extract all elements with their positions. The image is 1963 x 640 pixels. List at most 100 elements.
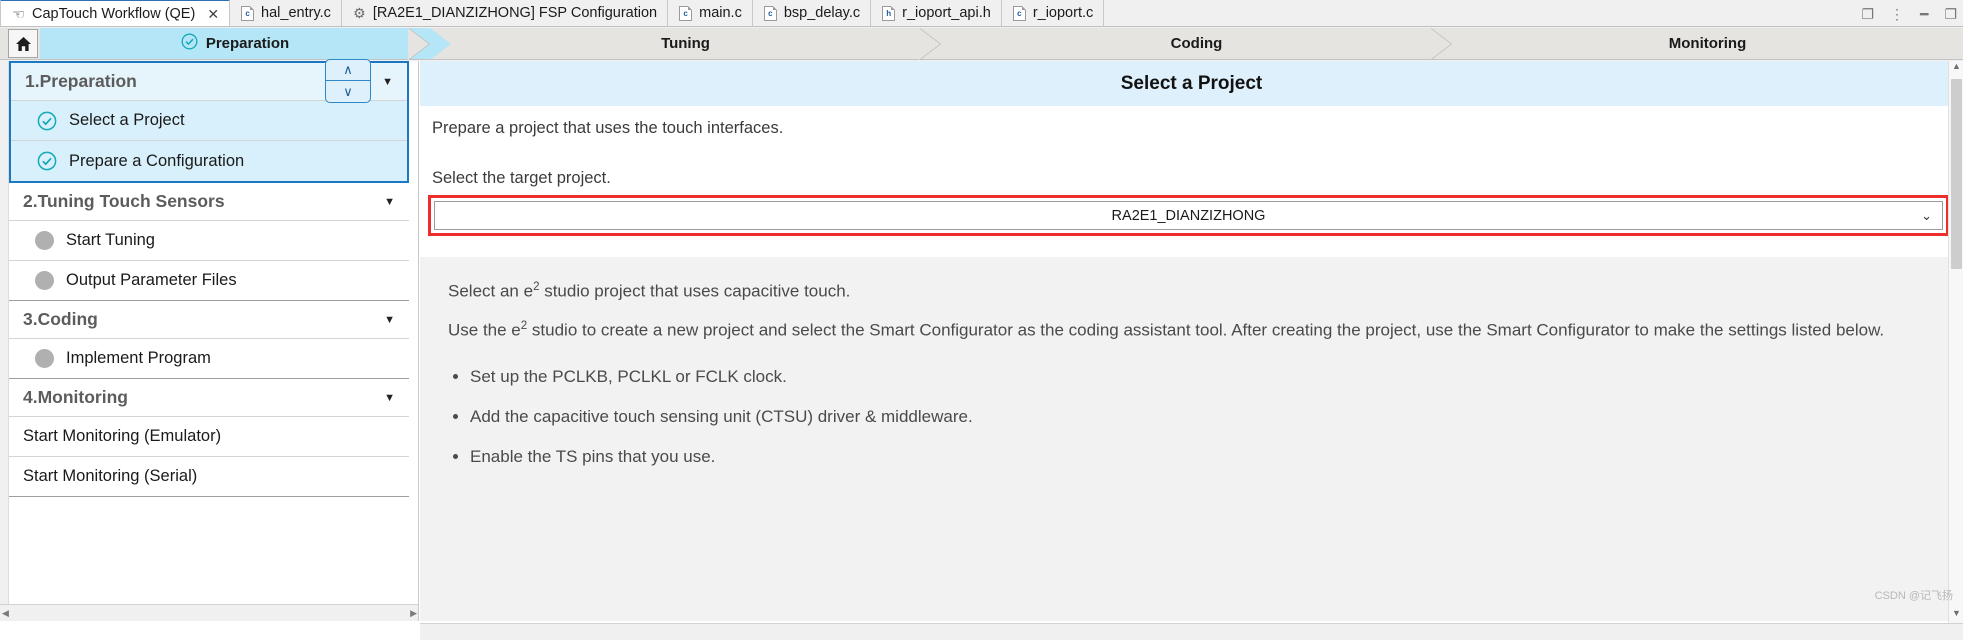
sidebar-group-title: 2.Tuning Touch Sensors [23,191,225,211]
captouch-workflow-window: ☜ CapTouch Workflow (QE) ✕ c hal_entry.c… [0,0,1963,640]
gear-icon: ⚙ [353,5,366,21]
watermark: CSDN @记飞扬 [1874,590,1953,602]
tab-bsp-delay-c[interactable]: c bsp_delay.c [752,0,872,26]
scrollbar-thumb[interactable] [1951,79,1962,269]
sidebar-item-label: Select a Project [69,111,185,129]
home-icon [15,36,32,52]
scroll-left-arrow-icon[interactable]: ◀ [2,608,9,619]
content-header: ∧ ∨ Select a Project [325,59,1963,106]
hand-pointer-icon: ☜ [12,5,25,22]
content-scroll-area: Prepare a project that uses the touch in… [420,107,1963,621]
workflow-step-label: Preparation [205,35,290,52]
scroll-right-arrow-icon[interactable]: ▶ [410,608,417,619]
c-file-icon: c [678,5,693,21]
workflow-step-divider [1430,28,1452,60]
check-circle-icon [37,111,57,131]
scroll-up-arrow-icon[interactable]: ▲ [1949,61,1963,76]
sidebar-group-monitoring: 4.Monitoring ▼ Start Monitoring (Emulato… [9,379,409,497]
sidebar-group-header-coding[interactable]: 3.Coding ▼ [9,301,409,339]
sidebar-groups: 1.Preparation ▼ Select a Project Prepare… [9,61,409,497]
tab-label: bsp_delay.c [783,5,861,21]
sidebar-left-gutter [0,61,9,621]
intro-text: Prepare a project that uses the touch in… [432,119,784,137]
workflow-step-label: Monitoring [1668,35,1747,52]
chevron-down-icon[interactable]: ▼ [384,314,395,326]
sidebar-group-header-monitoring[interactable]: 4.Monitoring ▼ [9,379,409,417]
content-panel: ∧ ∨ Select a Project Prepare a project t… [325,59,1963,623]
tab-label: r_ioport.c [1032,5,1094,21]
chevron-down-icon[interactable]: ▼ [382,76,393,88]
next-step-button[interactable]: ∨ [325,81,371,103]
tab-fsp-configuration[interactable]: ⚙ [RA2E1_DIANZIZHONG] FSP Configuration [341,0,669,26]
sidebar-item-implement-program[interactable]: Implement Program [9,339,409,379]
sidebar-item-label: Output Parameter Files [66,271,237,289]
sidebar-item-select-a-project[interactable]: Select a Project [11,101,407,141]
select-project-label: Select the target project. [432,169,611,187]
check-circle-icon [37,151,57,171]
sidebar-horizontal-scrollbar[interactable]: ◀ ▶ [0,604,418,621]
workflow-sidebar: 1.Preparation ▼ Select a Project Prepare… [0,61,419,621]
workflow-step-divider [919,28,941,60]
workflow-step-preparation[interactable]: Preparation [40,28,451,60]
chevron-down-icon[interactable]: ▼ [384,392,395,404]
sidebar-item-label: Start Monitoring (Serial) [23,467,198,485]
project-combo-highlight: RA2E1_DIANZIZHONG ⌄ [428,195,1949,236]
sidebar-group-title: 3.Coding [23,309,98,329]
editor-tab-bar: ☜ CapTouch Workflow (QE) ✕ c hal_entry.c… [0,0,1963,27]
minimize-icon[interactable]: ━ [1920,7,1928,21]
sidebar-group-coding: 3.Coding ▼ Implement Program [9,301,409,379]
sidebar-group-header-tuning[interactable]: 2.Tuning Touch Sensors ▼ [9,183,409,221]
c-file-icon: c [1012,5,1027,21]
home-button[interactable] [8,29,38,58]
more-options-icon[interactable]: ⋮ [1890,7,1904,21]
description-line-1: Select an e2 studio project that uses ca… [448,281,851,301]
sidebar-item-start-monitoring-emulator[interactable]: Start Monitoring (Emulator) [9,417,409,457]
workflow-breadcrumb-bar: Preparation Tuning Coding Monitoring [0,28,1963,60]
tab-hal-entry-c[interactable]: c hal_entry.c [230,0,342,26]
workflow-step-divider [408,28,430,60]
setup-bullet-list: Set up the PCLKB, PCLKL or FCLK clock. A… [448,366,1935,468]
list-item: Add the capacitive touch sensing unit (C… [470,406,1935,428]
tab-label: [RA2E1_DIANZIZHONG] FSP Configuration [372,5,658,21]
check-circle-icon [181,33,198,54]
gray-dot-icon [35,231,54,250]
description-line-2: Use the e2 studio to create a new projec… [448,320,1885,340]
close-icon[interactable]: ✕ [207,7,219,21]
content-vertical-scrollbar[interactable]: ▲ ▼ [1948,61,1963,623]
tab-label: r_ioport_api.h [902,5,991,21]
step-nav-buttons: ∧ ∨ [325,59,371,103]
c-file-icon: c [763,5,778,21]
sidebar-group-title: 1.Preparation [25,71,137,91]
sidebar-item-start-monitoring-serial[interactable]: Start Monitoring (Serial) [9,457,409,497]
sidebar-item-prepare-a-configuration[interactable]: Prepare a Configuration [11,141,407,181]
workflow-step-tuning[interactable]: Tuning [408,28,941,60]
chevron-down-icon[interactable]: ▼ [384,196,395,208]
c-file-icon: c [240,5,255,21]
project-select-combobox[interactable]: RA2E1_DIANZIZHONG ⌄ [434,201,1943,230]
gray-dot-icon [35,349,54,368]
maximize-icon[interactable]: ❐ [1944,7,1957,21]
tab-label: hal_entry.c [261,5,331,21]
chevron-down-icon[interactable]: ⌄ [1921,208,1932,224]
tab-main-c[interactable]: c main.c [668,0,753,26]
sidebar-item-label: Start Tuning [66,231,155,249]
tab-r-ioport-api-h[interactable]: h r_ioport_api.h [871,0,1002,26]
sidebar-item-output-parameter-files[interactable]: Output Parameter Files [9,261,409,301]
workflow-step-label: Tuning [661,35,710,52]
sidebar-group-title: 4.Monitoring [23,387,128,407]
workflow-step-coding[interactable]: Coding [919,28,1452,60]
window-controls: ❐ ⋮ ━ ❐ [1861,2,1957,26]
previous-step-button[interactable]: ∧ [325,59,371,81]
tab-captouch-workflow[interactable]: ☜ CapTouch Workflow (QE) ✕ [0,0,231,26]
gray-dot-icon [35,271,54,290]
workflow-step-monitoring[interactable]: Monitoring [1430,28,1963,60]
h-file-icon: h [881,5,896,21]
restore-perspective-icon[interactable]: ❐ [1861,7,1874,21]
sidebar-item-start-tuning[interactable]: Start Tuning [9,221,409,261]
page-title: Select a Project [1120,72,1263,94]
sidebar-item-label: Implement Program [66,349,211,367]
list-item: Enable the TS pins that you use. [470,446,1935,468]
tab-r-ioport-c[interactable]: c r_ioport.c [1001,0,1105,26]
scroll-down-arrow-icon[interactable]: ▼ [1949,608,1963,623]
workflow-body: 1.Preparation ▼ Select a Project Prepare… [0,59,1963,640]
